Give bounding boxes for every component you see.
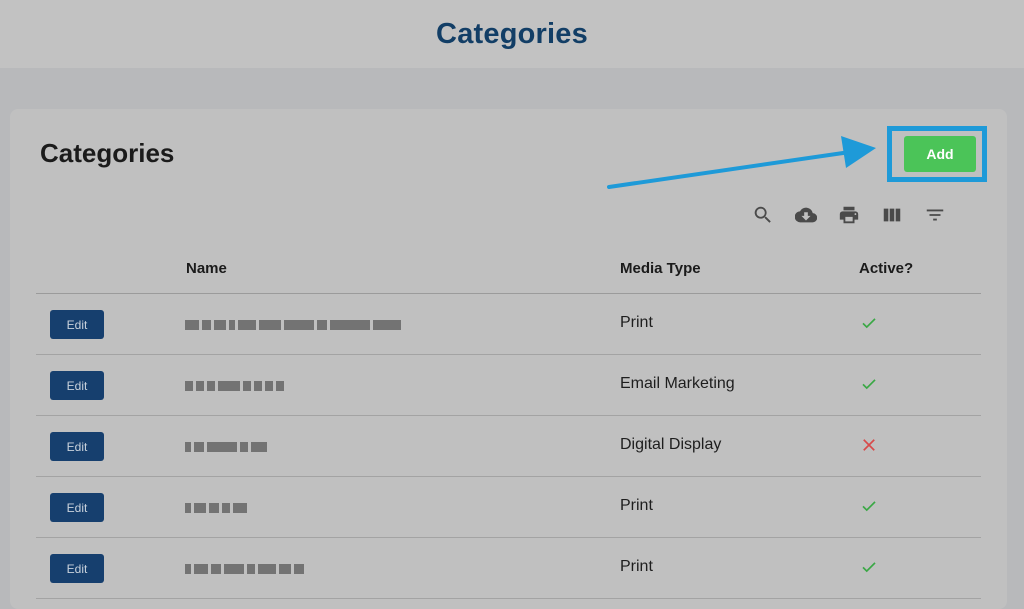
table-row: Edit Print [36,538,981,599]
category-name-redacted [185,440,270,453]
media-type: Print [620,558,653,575]
media-type: Print [620,497,653,514]
edit-button[interactable]: Edit [50,310,104,339]
search-icon[interactable] [752,204,774,226]
table-toolbar [752,202,946,228]
filter-icon[interactable] [924,204,946,226]
x-icon [863,439,875,451]
page-header-title: Categories [436,17,588,50]
media-type: Digital Display [620,436,722,453]
column-header-media-type[interactable]: Media Type [620,260,701,277]
check-icon [862,562,876,573]
edit-button[interactable]: Edit [50,554,104,583]
edit-button[interactable]: Edit [50,371,104,400]
edit-button[interactable]: Edit [50,493,104,522]
cloud-download-icon[interactable] [795,204,817,226]
category-name-redacted [185,562,307,575]
table-row: Edit Print [36,477,981,538]
table-row: Edit Email Marketing [36,355,981,416]
category-name-redacted [185,318,404,331]
media-type: Email Marketing [620,375,735,392]
column-header-name[interactable]: Name [186,260,227,277]
view-columns-icon[interactable] [881,204,903,226]
category-name-redacted [185,379,287,392]
media-type: Print [620,314,653,331]
print-icon[interactable] [838,204,860,226]
add-button[interactable]: Add [904,136,976,172]
table-row: Edit Digital Display [36,416,981,477]
check-icon [862,318,876,329]
check-icon [862,379,876,390]
category-name-redacted [185,501,250,514]
check-icon [862,501,876,512]
categories-card: Categories Add Name Media Type Active? E… [10,109,1007,609]
page-header: Categories [0,0,1024,68]
edit-button[interactable]: Edit [50,432,104,461]
column-header-active[interactable]: Active? [859,260,913,277]
card-title: Categories [40,138,175,168]
table-row: Edit Print [36,294,981,355]
